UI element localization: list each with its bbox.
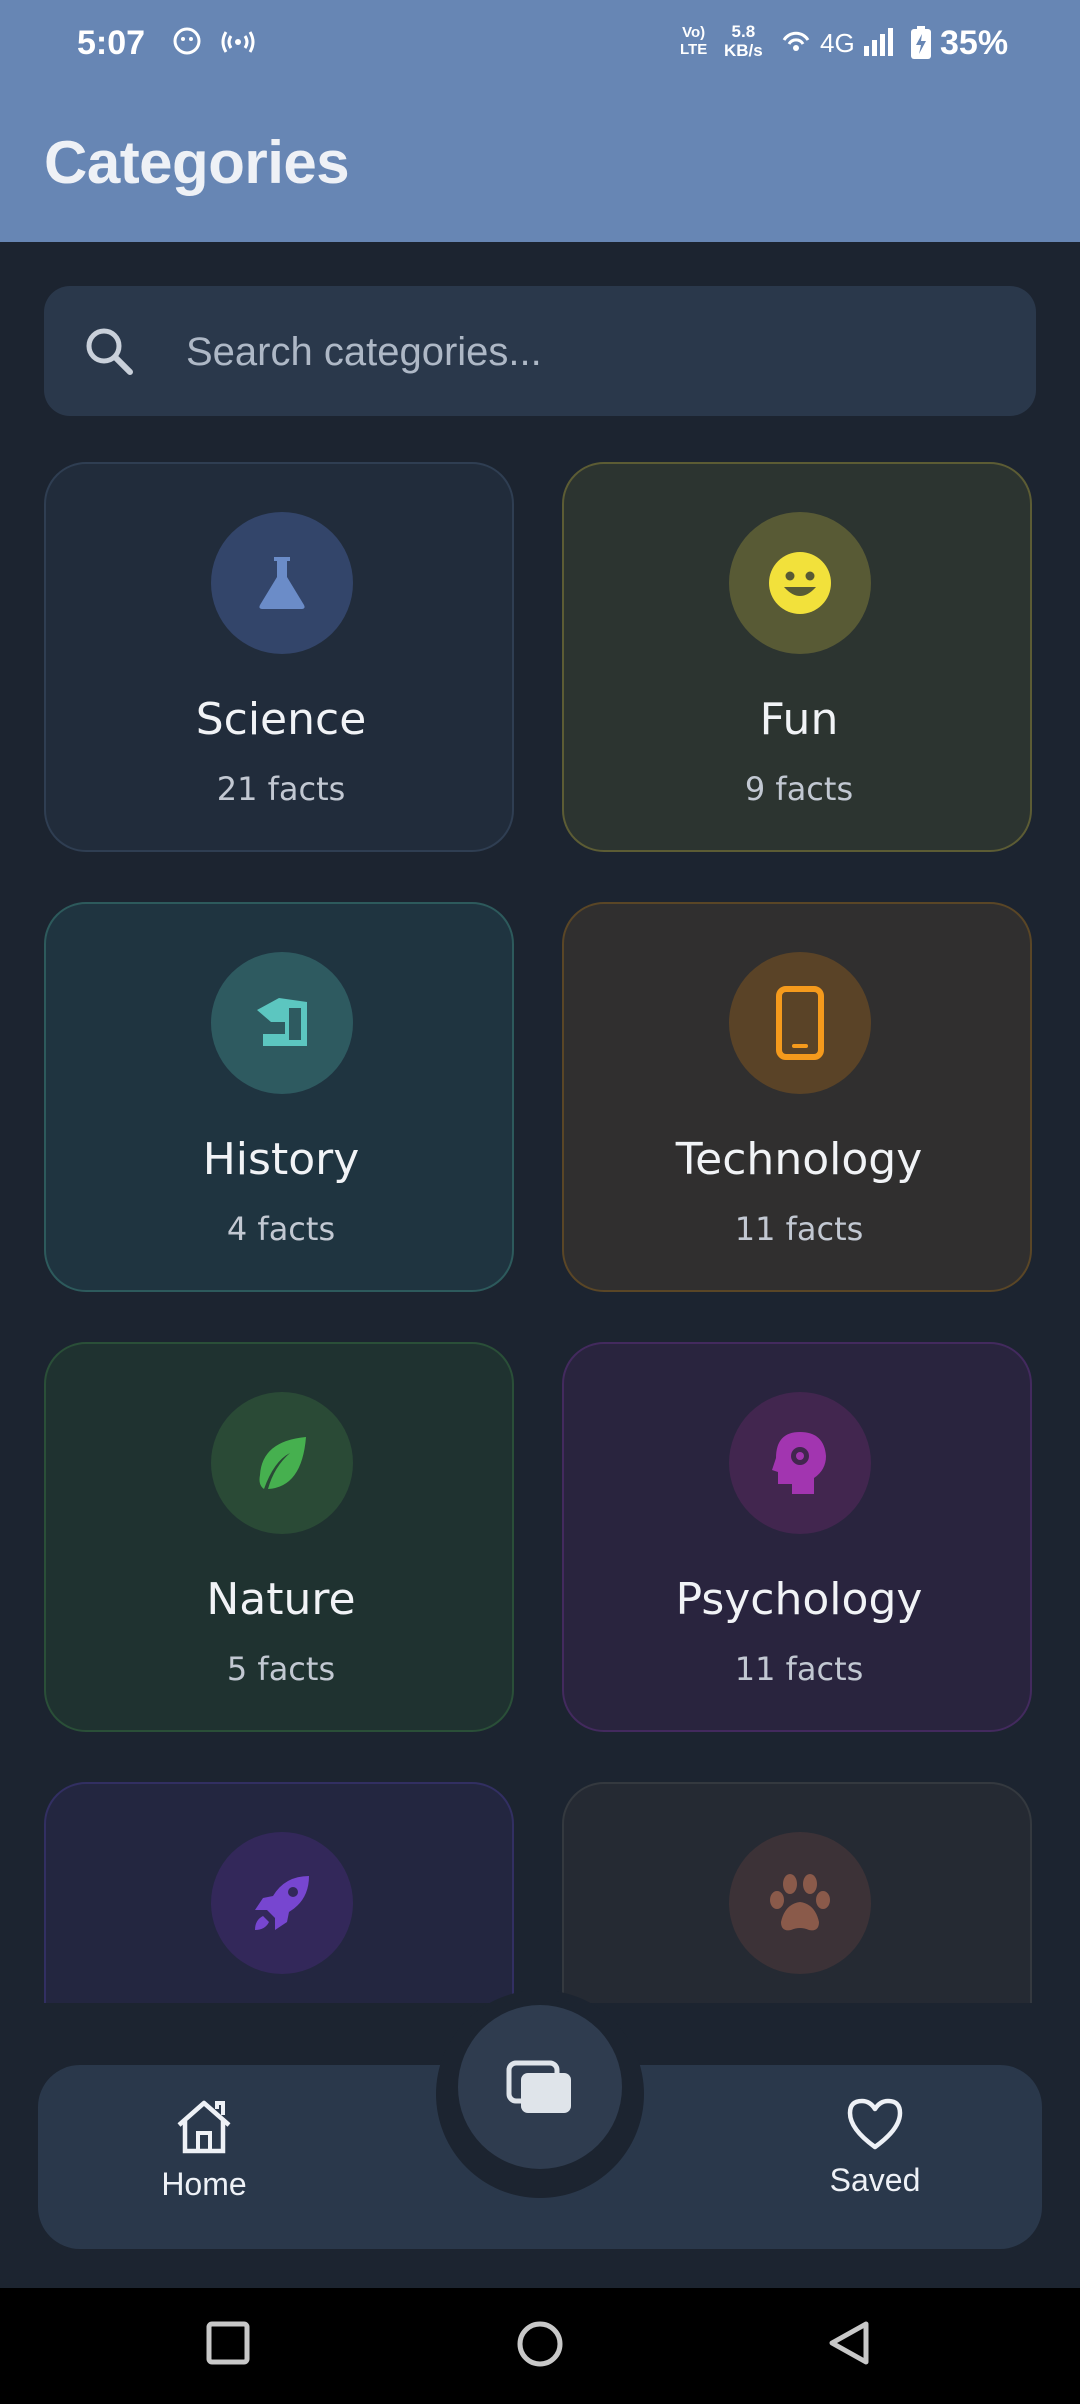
category-name: Fun [759, 694, 839, 745]
category-count: 9 facts [744, 770, 854, 808]
nav-saved[interactable]: Saved [775, 2095, 975, 2199]
category-count: 11 facts [734, 1650, 864, 1688]
category-card-psychology[interactable]: Psychology 11 facts [562, 1342, 1032, 1732]
nav-home-label: Home [161, 2166, 247, 2202]
page-title: Categories [44, 129, 350, 196]
category-card-animals[interactable] [562, 1782, 1032, 2003]
history-edu-icon [257, 998, 307, 1046]
hotspot-icon [218, 26, 258, 63]
search-icon [82, 324, 136, 383]
circle-icon [517, 2321, 563, 2367]
category-count: 11 facts [734, 1210, 864, 1248]
category-count: 21 facts [216, 770, 346, 808]
volte-indicator: Vo) LTE [680, 24, 708, 58]
home-system-button[interactable] [516, 2320, 564, 2373]
category-card-space[interactable] [44, 1782, 514, 2003]
category-name: Nature [206, 1574, 356, 1625]
category-card-fun[interactable]: Fun 9 facts [562, 462, 1032, 852]
category-name: History [202, 1134, 360, 1185]
system-nav-bar [0, 2288, 1080, 2404]
category-name: Technology [675, 1134, 923, 1185]
status-time: 5:07 [77, 24, 146, 62]
search-bar[interactable] [44, 286, 1036, 416]
nav-home[interactable]: Home [104, 2095, 304, 2203]
app-bar: 5:07 Vo) LTE 5.8 KB/s 4G 35% Categories [0, 0, 1080, 242]
square-icon [206, 2321, 250, 2365]
icon-circle [729, 952, 871, 1094]
icon-circle [729, 1832, 871, 1974]
flask-icon [259, 557, 305, 609]
category-card-nature[interactable]: Nature 5 facts [44, 1342, 514, 1732]
icon-circle [211, 1392, 353, 1534]
network-speed: 5.8 KB/s [724, 22, 763, 60]
brain-head-icon [772, 1432, 826, 1494]
back-triangle-icon [829, 2321, 869, 2365]
nav-saved-label: Saved [829, 2162, 921, 2198]
paw-icon [770, 1874, 830, 1931]
cards-icon [506, 2060, 571, 2113]
category-card-technology[interactable]: Technology 11 facts [562, 902, 1032, 1292]
leaf-icon [259, 1437, 306, 1489]
cards-button[interactable] [458, 2005, 622, 2169]
category-card-history[interactable]: History 4 facts [44, 902, 514, 1292]
category-count: 5 facts [226, 1650, 336, 1688]
back-button[interactable] [826, 2320, 872, 2371]
status-bar: 5:07 Vo) LTE 5.8 KB/s 4G 35% [0, 0, 1080, 90]
battery-percent: 35% [940, 24, 1009, 62]
network-type: 4G [820, 28, 855, 58]
icon-circle [211, 952, 353, 1094]
category-name: Psychology [675, 1574, 923, 1625]
signal-icon [862, 26, 896, 63]
icon-circle [729, 1392, 871, 1534]
category-grid: Science 21 facts Fun 9 facts History 4 f… [0, 440, 1080, 2003]
icon-circle [729, 512, 871, 654]
heart-icon [847, 2098, 903, 2150]
icon-circle [211, 512, 353, 654]
phone-icon [776, 986, 824, 1060]
battery-charging-icon [910, 26, 932, 65]
face-notification-icon [172, 26, 202, 61]
search-input[interactable] [184, 316, 1008, 388]
home-icon [177, 2100, 231, 2154]
rocket-icon [255, 1876, 309, 1930]
icon-circle [211, 1832, 353, 1974]
wifi-calling-icon [780, 26, 812, 63]
recents-button[interactable] [205, 2320, 251, 2371]
category-count: 4 facts [226, 1210, 336, 1248]
category-card-science[interactable]: Science 21 facts [44, 462, 514, 852]
category-name: Science [195, 694, 367, 745]
smiley-icon [769, 552, 831, 614]
